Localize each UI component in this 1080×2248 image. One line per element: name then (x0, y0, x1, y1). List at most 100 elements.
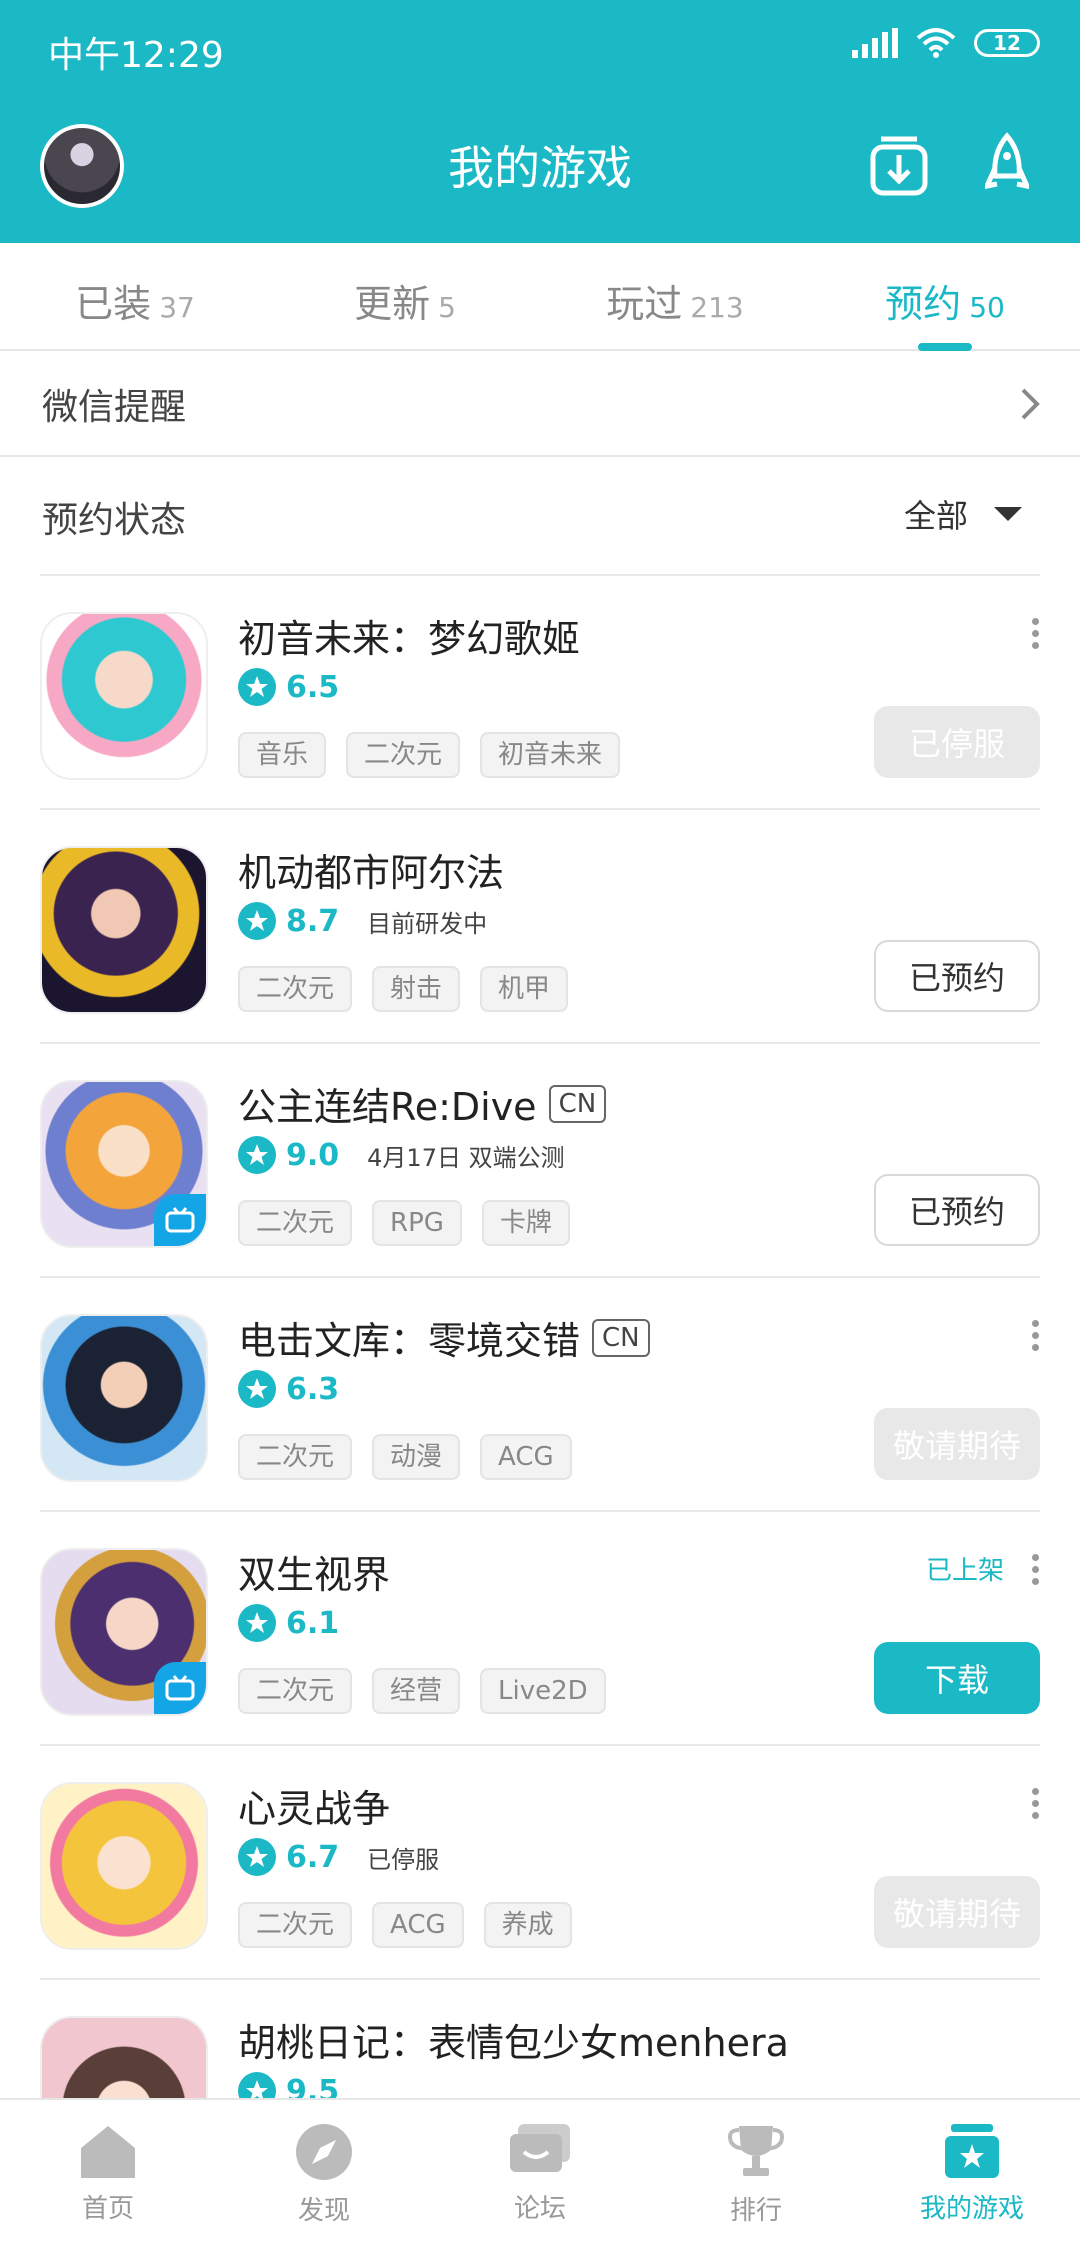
game-icon[interactable] (40, 1782, 208, 1950)
nav-label: 首页 (81, 2194, 134, 2224)
game-icon[interactable] (40, 1314, 208, 1482)
game-note: 4月17日 双端公测 (367, 1143, 565, 1172)
game-action-button[interactable]: 已预约 (874, 1174, 1040, 1246)
tab-label: 预约 (885, 282, 962, 326)
active-tab-indicator (918, 343, 972, 351)
game-tag[interactable]: 射击 (372, 966, 461, 1012)
game-item[interactable]: 机动都市阿尔法 8.7 目前研发中 二次元 射击 机甲 已预约 (40, 808, 1040, 1042)
game-list: 初音未来：梦幻歌姬 6.5 音乐 二次元 初音未来 已停服 机动都市阿尔法 8.… (0, 574, 1080, 2098)
game-tag[interactable]: 二次元 (346, 732, 461, 778)
tab-count: 37 (159, 291, 195, 324)
game-tag[interactable]: 初音未来 (480, 732, 621, 778)
game-tag[interactable]: 经营 (372, 1668, 461, 1714)
download-tray-icon (870, 136, 928, 196)
game-score: 6.7 (286, 1839, 340, 1875)
star-icon (238, 2072, 276, 2098)
bilibili-tv-icon (154, 1662, 206, 1714)
compass-icon (296, 2124, 352, 2180)
tab-label: 玩过 (606, 282, 683, 326)
game-tag[interactable]: 二次元 (238, 1668, 353, 1714)
star-icon (238, 1370, 276, 1408)
game-tag[interactable]: 二次元 (238, 1902, 353, 1948)
game-tag[interactable]: RPG (372, 1200, 462, 1246)
tab-played[interactable]: 玩过 213 (540, 243, 810, 349)
game-icon[interactable] (40, 1548, 208, 1716)
status-filter-dropdown[interactable]: 全部 (904, 491, 1022, 537)
forum-icon (510, 2124, 570, 2172)
more-options-icon[interactable] (1030, 1788, 1040, 1819)
game-score: 9.5 (286, 2073, 340, 2099)
game-rating: 6.1 (238, 1604, 339, 1642)
nav-ranking[interactable]: 排行 (648, 2100, 864, 2248)
download-button[interactable]: 下载 (874, 1642, 1040, 1714)
game-score: 6.3 (286, 1371, 340, 1407)
game-title: 初音未来：梦幻歌姬 (238, 617, 581, 661)
game-tag[interactable]: 二次元 (238, 1200, 353, 1246)
game-item[interactable]: 初音未来：梦幻歌姬 6.5 音乐 二次元 初音未来 已停服 (40, 574, 1040, 808)
game-tag[interactable]: ACG (372, 1902, 464, 1948)
cn-region-tag: CN (592, 1318, 650, 1357)
chevron-right-icon (1021, 388, 1040, 420)
game-tag[interactable]: 机甲 (480, 966, 569, 1012)
game-tag[interactable]: 卡牌 (481, 1200, 570, 1246)
game-action-button[interactable]: 敬请期待 (874, 1876, 1040, 1948)
wechat-reminder-row[interactable]: 微信提醒 (0, 353, 1080, 457)
nav-forum[interactable]: 论坛 (432, 2100, 648, 2248)
game-tag[interactable]: 动漫 (372, 1434, 461, 1480)
game-icon[interactable] (40, 1080, 208, 1248)
nav-home[interactable]: 首页 (0, 2100, 216, 2248)
game-icon[interactable] (40, 846, 208, 1014)
game-action-button[interactable]: 已预约 (874, 940, 1040, 1012)
star-icon (238, 668, 276, 706)
game-tag[interactable]: 养成 (483, 1902, 572, 1948)
star-icon (238, 1604, 276, 1642)
game-score: 9.0 (286, 1137, 340, 1173)
game-item[interactable]: 双生视界 6.1 二次元 经营 Live2D 已上架 下载 (40, 1510, 1040, 1744)
game-icon[interactable] (40, 612, 208, 780)
download-manager-button[interactable] (864, 130, 934, 200)
game-title: 电击文库：零境交错 CN (238, 1310, 650, 1365)
tab-label: 更新 (354, 282, 431, 326)
nav-label: 发现 (297, 2196, 350, 2226)
game-score: 8.7 (286, 903, 340, 939)
battery-indicator: 12 (974, 29, 1040, 57)
reservation-status-label: 预约状态 (42, 500, 187, 541)
game-item[interactable]: 胡桃日记：表情包少女menhera 9.5 (40, 1978, 1040, 2098)
rocket-button[interactable] (972, 130, 1042, 200)
tab-count: 50 (969, 291, 1005, 324)
game-tag[interactable]: 音乐 (238, 732, 327, 778)
tab-updates[interactable]: 更新 5 (270, 243, 540, 349)
game-tag[interactable]: 二次元 (238, 966, 353, 1012)
game-tag[interactable]: ACG (480, 1434, 572, 1480)
game-action-button[interactable]: 敬请期待 (874, 1408, 1040, 1480)
game-title: 机动都市阿尔法 (238, 851, 505, 895)
game-tags: 二次元 射击 机甲 (238, 966, 569, 1012)
tab-reserved[interactable]: 预约 50 (810, 243, 1080, 351)
game-item[interactable]: 电击文库：零境交错 CN 6.3 二次元 动漫 ACG 敬请期待 (40, 1276, 1040, 1510)
more-options-icon[interactable] (1030, 618, 1040, 649)
game-icon[interactable] (40, 2016, 208, 2098)
game-tag[interactable]: 二次元 (238, 1434, 353, 1480)
game-item[interactable]: 公主连结Re:Dive CN 9.0 4月17日 双端公测 二次元 RPG 卡牌 … (40, 1042, 1040, 1276)
nav-label: 排行 (729, 2196, 782, 2226)
game-rating: 8.7 目前研发中 (238, 902, 487, 940)
game-tag[interactable]: Live2D (480, 1668, 606, 1714)
game-item[interactable]: 心灵战争 6.7 已停服 二次元 ACG 养成 敬请期待 (40, 1744, 1040, 1978)
game-tags: 二次元 RPG 卡牌 (238, 1200, 570, 1246)
game-rating: 6.5 (238, 668, 339, 706)
game-title: 心灵战争 (238, 1787, 391, 1831)
home-icon (81, 2126, 135, 2178)
tab-installed[interactable]: 已装 37 (0, 243, 270, 349)
more-options-icon[interactable] (1030, 1320, 1040, 1351)
bottom-navigation: 首页 发现 论坛 排行 我的游戏 (0, 2098, 1080, 2248)
nav-discover[interactable]: 发现 (216, 2100, 432, 2248)
nav-label: 我的游戏 (919, 2194, 1024, 2224)
star-icon (238, 1136, 276, 1174)
nav-my-games[interactable]: 我的游戏 (864, 2100, 1080, 2248)
bilibili-tv-icon (154, 1194, 206, 1246)
game-title: 公主连结Re:Dive CN (238, 1076, 607, 1131)
dropdown-caret-icon (994, 507, 1022, 521)
status-filter-value: 全部 (903, 497, 968, 535)
more-options-icon[interactable] (1030, 1554, 1040, 1585)
game-action-button[interactable]: 已停服 (874, 706, 1040, 778)
